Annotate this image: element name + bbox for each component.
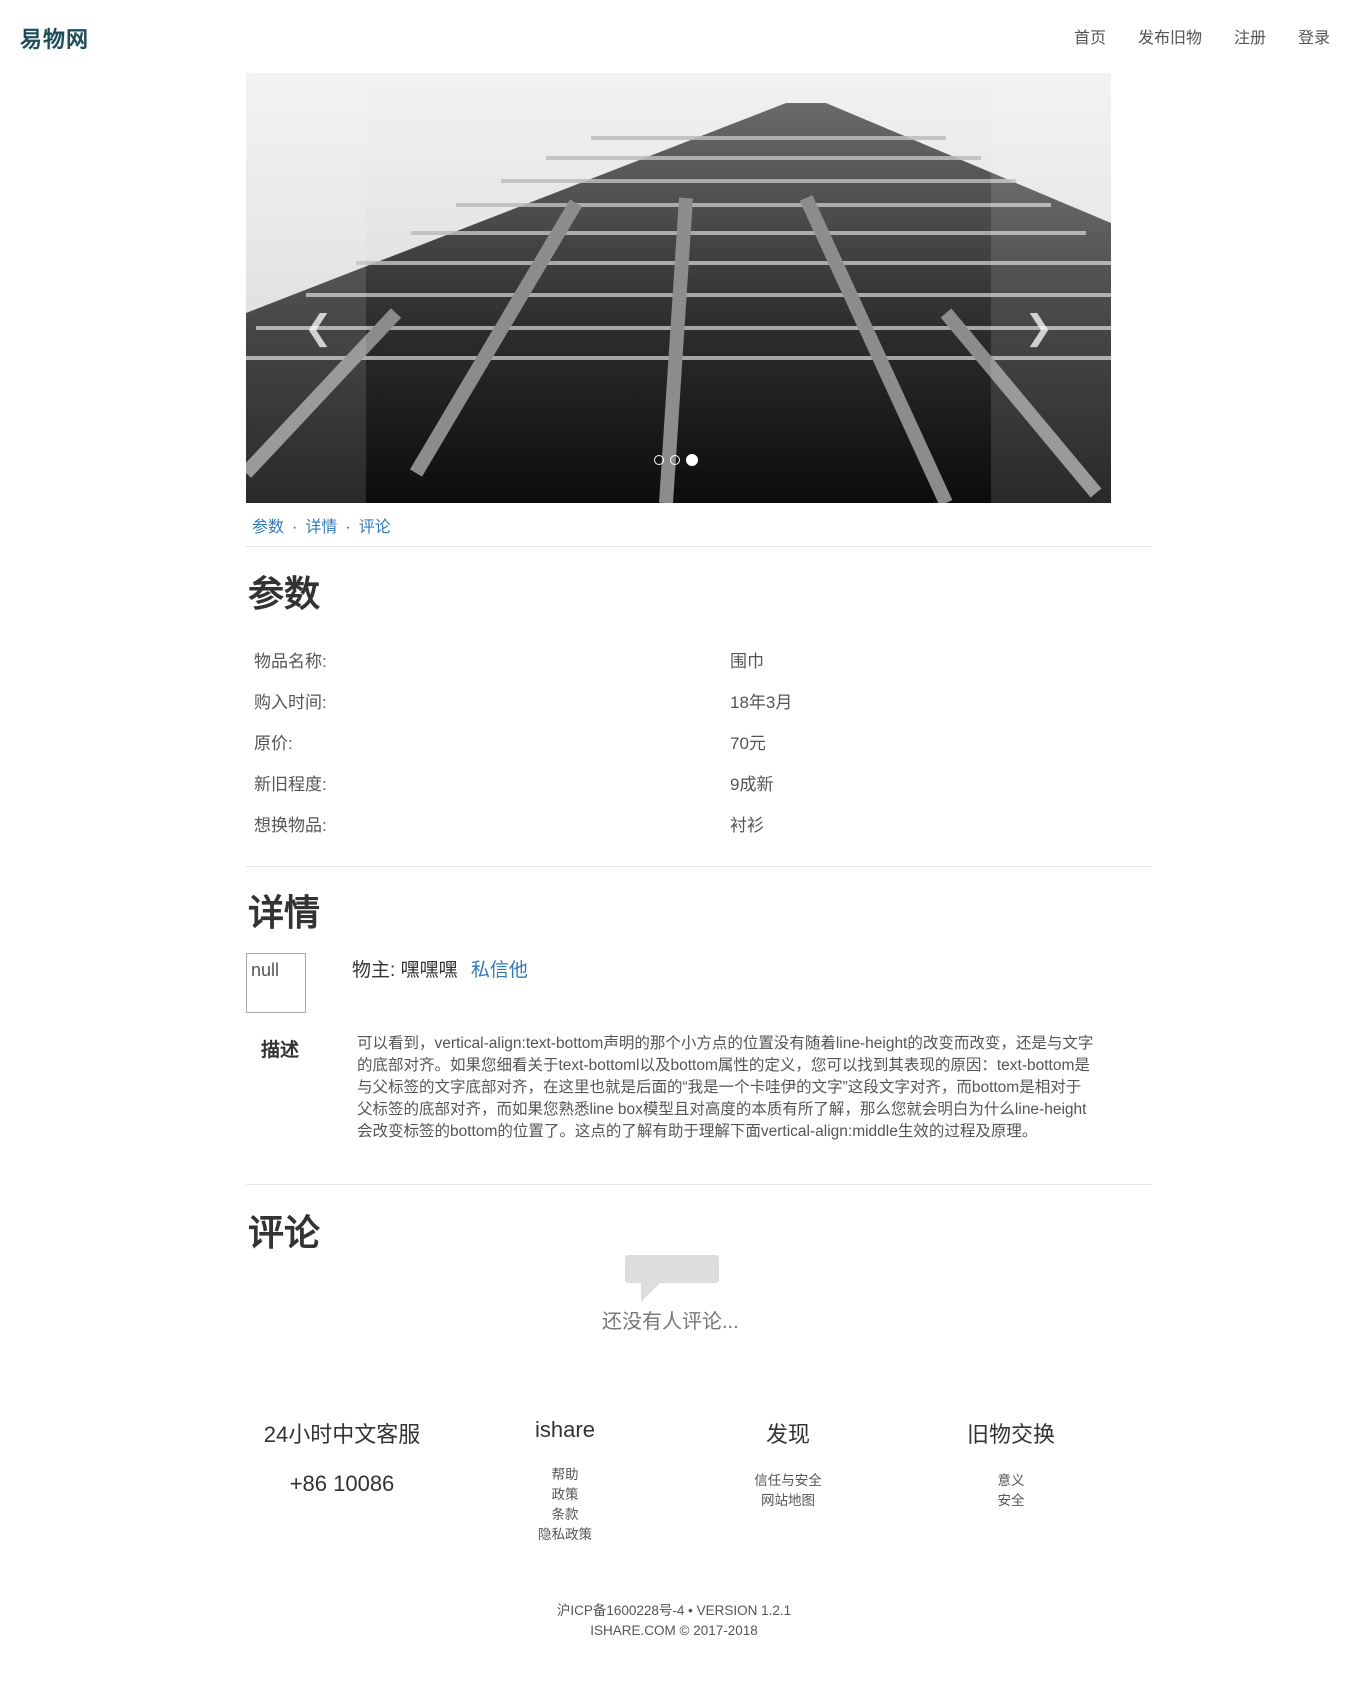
description-text: 可以看到，vertical-align:text-bottom声明的那个小方点的…: [357, 1035, 1094, 1140]
details-title: 详情: [248, 892, 321, 933]
footer-col-title: 发现: [765, 1422, 810, 1447]
carousel-indicator-active[interactable]: [686, 454, 698, 466]
carousel-indicator[interactable]: [670, 455, 680, 465]
param-row: 新旧程度: 9成新: [254, 770, 1134, 811]
param-row: 购入时间: 18年3月: [254, 688, 1134, 729]
owner-line: 物主: 嘿嘿嘿 私信他: [352, 955, 528, 982]
footer-link[interactable]: 政策: [450, 1485, 680, 1505]
nav-home[interactable]: 首页: [1074, 24, 1106, 48]
nav-login[interactable]: 登录: [1298, 24, 1330, 48]
divider: [246, 1184, 1152, 1185]
anchor-details[interactable]: 详情: [305, 519, 337, 536]
param-value: 9成新: [730, 775, 774, 794]
divider: [246, 866, 1152, 867]
footer-col-title: 旧物交换: [966, 1422, 1055, 1447]
footer-link[interactable]: 意义: [896, 1471, 1126, 1491]
footer-link[interactable]: 帮助: [450, 1465, 680, 1485]
param-value: 70元: [730, 734, 766, 753]
nav-register[interactable]: 注册: [1234, 24, 1266, 48]
description-label: 描述: [261, 1040, 300, 1061]
param-value: 衬衫: [730, 816, 764, 835]
footer-col-ishare: ishare 帮助 政策 条款 隐私政策: [450, 1417, 680, 1545]
brand-logo[interactable]: 易物网: [20, 22, 89, 54]
footer-col-exchange: 旧物交换 意义 安全: [896, 1417, 1126, 1511]
owner-name: 嘿嘿嘿: [400, 960, 458, 981]
carousel-indicators: [654, 454, 698, 466]
footer-col-discover: 发现 信任与安全 网站地图: [673, 1417, 903, 1511]
param-label: 想换物品:: [254, 816, 327, 835]
speech-bubble-icon: [625, 1255, 719, 1302]
chevron-right-icon[interactable]: ❯: [1025, 311, 1054, 345]
carousel-indicator[interactable]: [654, 455, 664, 465]
params-title: 参数: [248, 573, 321, 614]
owner-avatar: null: [246, 953, 306, 1013]
footer-link[interactable]: 隐私政策: [450, 1525, 680, 1545]
param-label: 原价:: [254, 734, 293, 753]
footer-link[interactable]: 安全: [896, 1491, 1126, 1511]
no-comments-text: 还没有人评论...: [602, 1311, 739, 1333]
message-owner-link[interactable]: 私信他: [471, 960, 528, 981]
footer-link[interactable]: 条款: [450, 1505, 680, 1525]
param-row: 物品名称: 围巾: [254, 647, 1134, 688]
param-value: 围巾: [730, 652, 764, 671]
params-table: 物品名称: 围巾 购入时间: 18年3月 原价: 70元 新旧程度: 9成新 想换物品:…: [254, 647, 1134, 852]
avatar-alt-text: null: [251, 960, 280, 980]
anchor-comments[interactable]: 评论: [359, 519, 391, 536]
copyright-text: ISHARE.COM © 2017-2018: [590, 1623, 758, 1638]
param-label: 新旧程度:: [254, 775, 327, 794]
image-carousel[interactable]: ❮ ❯: [246, 73, 1111, 503]
owner-label: 物主:: [352, 960, 396, 981]
chevron-left-icon[interactable]: ❮: [304, 311, 333, 345]
icp-version: 沪ICP备1600228号-4 • VERSION 1.2.1: [556, 1603, 792, 1618]
service-phone: +86 10086: [289, 1471, 395, 1496]
footer-link[interactable]: 网站地图: [673, 1491, 903, 1511]
footer-col-title: 24小时中文客服: [263, 1422, 421, 1447]
top-nav: 首页 发布旧物 注册 登录: [1074, 24, 1330, 48]
param-row: 原价: 70元: [254, 729, 1134, 770]
footer-col-service: 24小时中文客服 +86 10086: [227, 1417, 457, 1497]
anchor-params[interactable]: 参数: [252, 519, 284, 536]
divider: [246, 546, 1152, 547]
comments-title: 评论: [248, 1212, 321, 1253]
nav-publish[interactable]: 发布旧物: [1138, 24, 1202, 48]
param-row: 想换物品: 衬衫: [254, 811, 1134, 852]
carousel-slide-image: [246, 73, 1111, 503]
param-label: 购入时间:: [254, 693, 327, 712]
param-label: 物品名称:: [254, 652, 327, 671]
footer-col-title: ishare: [535, 1417, 595, 1442]
footer-link[interactable]: 信任与安全: [673, 1471, 903, 1491]
footer-copyright: 沪ICP备1600228号-4 • VERSION 1.2.1 ISHARE.C…: [0, 1601, 1348, 1641]
param-value: 18年3月: [730, 693, 793, 712]
section-anchors: 参数 · 详情 · 评论: [252, 519, 391, 536]
